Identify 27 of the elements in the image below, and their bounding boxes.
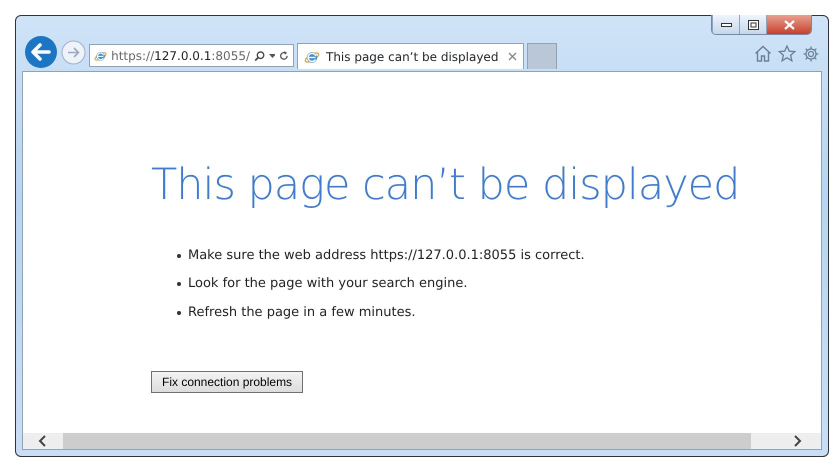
refresh-icon[interactable] — [279, 49, 289, 62]
back-button[interactable] — [24, 35, 58, 69]
close-icon — [784, 20, 794, 30]
bullet-icon — [177, 282, 181, 286]
bullet-icon — [177, 254, 181, 258]
close-tab-icon[interactable] — [508, 52, 518, 61]
settings-icon[interactable] — [802, 45, 820, 63]
star-icon[interactable] — [778, 45, 796, 62]
bullet-text: Look for the page with your search engine. — [188, 275, 468, 294]
minimize-button[interactable] — [712, 15, 739, 34]
search-icon[interactable] — [254, 48, 266, 62]
scroll-left-icon[interactable] — [37, 435, 47, 447]
fix-connection-button[interactable]: Fix connection problems — [151, 371, 304, 394]
maximize-button[interactable] — [739, 15, 766, 34]
bullet-text: Refresh the page in a few minutes. — [188, 304, 416, 322]
maximize-icon — [748, 20, 758, 30]
url-text: https://127.0.0.1:8055/ — [111, 48, 250, 64]
error-heading: This page can’t be displayed — [151, 160, 740, 212]
bullet-icon — [177, 310, 181, 315]
minimize-icon — [720, 22, 732, 26]
close-button[interactable] — [766, 15, 811, 34]
address-field[interactable]: https://127.0.0.1:8055/ — [89, 44, 294, 67]
bullet-text: Make sure the web address https://127.0.0.1:8055 is correct. — [188, 246, 585, 265]
browser-tab[interactable]: This page can’t be displayed — [297, 43, 524, 69]
home-icon[interactable] — [754, 45, 772, 62]
scroll-right-icon[interactable] — [793, 435, 803, 447]
dropdown-caret-icon[interactable] — [269, 54, 276, 58]
